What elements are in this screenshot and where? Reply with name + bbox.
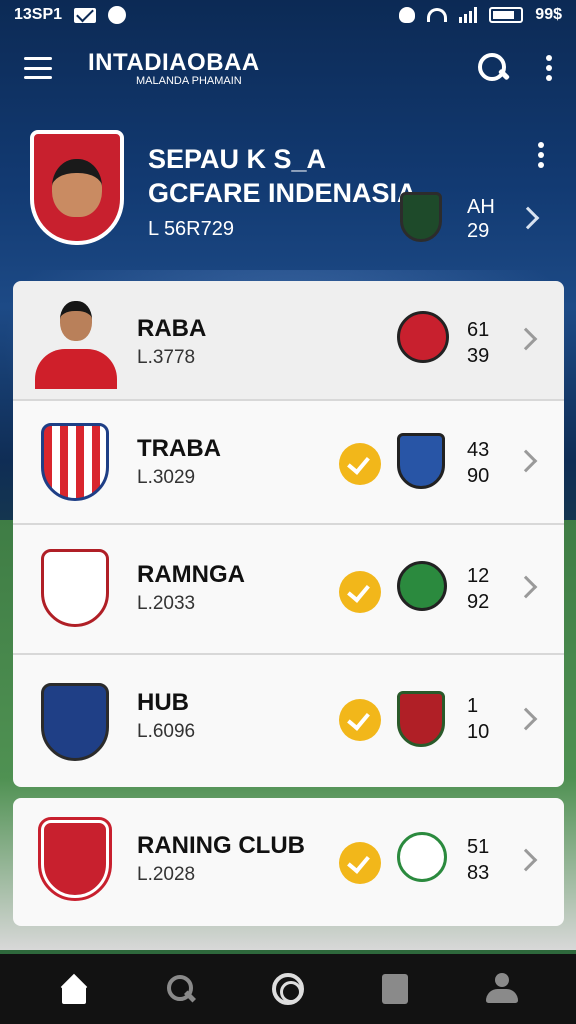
club-code: L.6096: [137, 721, 196, 742]
battery-icon: [489, 7, 524, 23]
chevron-right-icon[interactable]: [514, 449, 538, 473]
search-icon[interactable]: [478, 53, 508, 83]
club-crest-icon: [41, 549, 109, 627]
opponent-crest-icon: [400, 192, 442, 242]
stat-bottom: 83: [467, 862, 490, 884]
chevron-right-icon[interactable]: [514, 707, 538, 731]
list-item[interactable]: RAMNGA L.2033 12 92: [13, 525, 564, 653]
chevron-right-icon[interactable]: [514, 327, 538, 351]
list-item[interactable]: TRABA L.3029 43 90: [13, 401, 564, 523]
stat-top: 1: [467, 695, 479, 717]
status-right: 99$: [399, 6, 562, 24]
mail-icon: [74, 7, 97, 23]
status-bar: 13SP1 99$: [0, 0, 576, 30]
check-circle-icon[interactable]: [339, 443, 381, 485]
opponent-crest-icon: [397, 433, 445, 489]
club-name: TRABA: [137, 435, 221, 462]
nav-search[interactable]: [151, 959, 211, 1019]
stat-bottom: 92: [467, 591, 490, 613]
nav-profile[interactable]: [472, 959, 532, 1019]
app-titles: INTADIAOBAA MALANDA PHAMAIN: [88, 49, 478, 87]
app-title: INTADIAOBAA: [88, 49, 260, 76]
nav-home[interactable]: [44, 959, 104, 1019]
opponent-crest-icon: [397, 311, 449, 363]
opponent-crest-icon: [397, 691, 445, 747]
club-code: L.2028: [137, 864, 196, 885]
club-name: RANING CLUB: [137, 832, 305, 859]
notification-icon: [108, 6, 127, 24]
list-item[interactable]: RABA L.3778 61 39: [13, 281, 564, 399]
check-circle-icon[interactable]: [339, 842, 381, 884]
app-bar: INTADIAOBAA MALANDA PHAMAIN: [0, 36, 576, 100]
stat-top: 12: [467, 565, 490, 587]
nav-saved[interactable]: [365, 959, 425, 1019]
player-face: [52, 158, 102, 217]
list-item[interactable]: RANING CLUB L.2028 51 83: [13, 798, 564, 926]
nav-center[interactable]: [258, 959, 318, 1019]
featured-code: L 56R729: [148, 218, 234, 240]
opponent-crest-icon: [397, 561, 447, 611]
stat-bottom: 10: [467, 721, 490, 743]
more-vert-icon[interactable]: [546, 55, 552, 81]
bottom-navigation: [0, 954, 576, 1024]
club-name: RABA: [137, 315, 207, 342]
club-crest-icon: [41, 423, 109, 501]
stat-bottom: 39: [467, 345, 490, 367]
featured-title-line2: GCFARE INDENASIA: [148, 178, 417, 208]
profile-icon: [486, 973, 519, 1005]
stat-bottom: 90: [467, 465, 490, 487]
featured-more-icon[interactable]: [538, 142, 544, 168]
featured-num-top: AH: [467, 196, 495, 218]
club-code: L.3029: [137, 467, 196, 488]
opponent-crest-icon: [397, 832, 447, 882]
wifi-icon: [427, 8, 448, 22]
player-photo: [35, 301, 117, 389]
chevron-right-icon[interactable]: [514, 575, 538, 599]
circle-nav-icon: [271, 973, 304, 1005]
app-subtitle: MALANDA PHAMAIN: [136, 75, 242, 87]
status-left: 13SP1: [14, 6, 127, 24]
club-crest-icon: [41, 683, 109, 761]
club-name: RAMNGA: [137, 561, 245, 588]
club-code: L.2033: [137, 593, 196, 614]
chevron-right-icon[interactable]: [514, 848, 538, 872]
club-code: L.3778: [137, 347, 196, 368]
bug-icon: [399, 7, 416, 23]
search-nav-icon: [166, 975, 195, 1003]
battery-level: 99$: [535, 6, 562, 23]
stat-top: 43: [467, 439, 490, 461]
club-crest-icon: [38, 817, 112, 901]
check-circle-icon[interactable]: [339, 571, 381, 613]
featured-title-line1: SEPAU K S_A: [148, 144, 327, 174]
stat-top: 61: [467, 319, 490, 341]
check-circle-icon[interactable]: [339, 699, 381, 741]
home-icon: [58, 974, 90, 1004]
featured-club-card[interactable]: SEPAU K S_A GCFARE INDENASIA L 56R729 AH…: [0, 120, 576, 270]
club-name: HUB: [137, 689, 189, 716]
featured-num-bottom: 29: [467, 220, 490, 242]
status-time: 13SP1: [14, 6, 63, 23]
list-item[interactable]: HUB L.6096 1 10: [13, 655, 564, 787]
featured-club-badge: [30, 130, 124, 245]
stat-top: 51: [467, 836, 490, 858]
bookmark-icon: [382, 974, 409, 1004]
menu-icon[interactable]: [24, 57, 52, 79]
signal-icon: [459, 7, 478, 23]
